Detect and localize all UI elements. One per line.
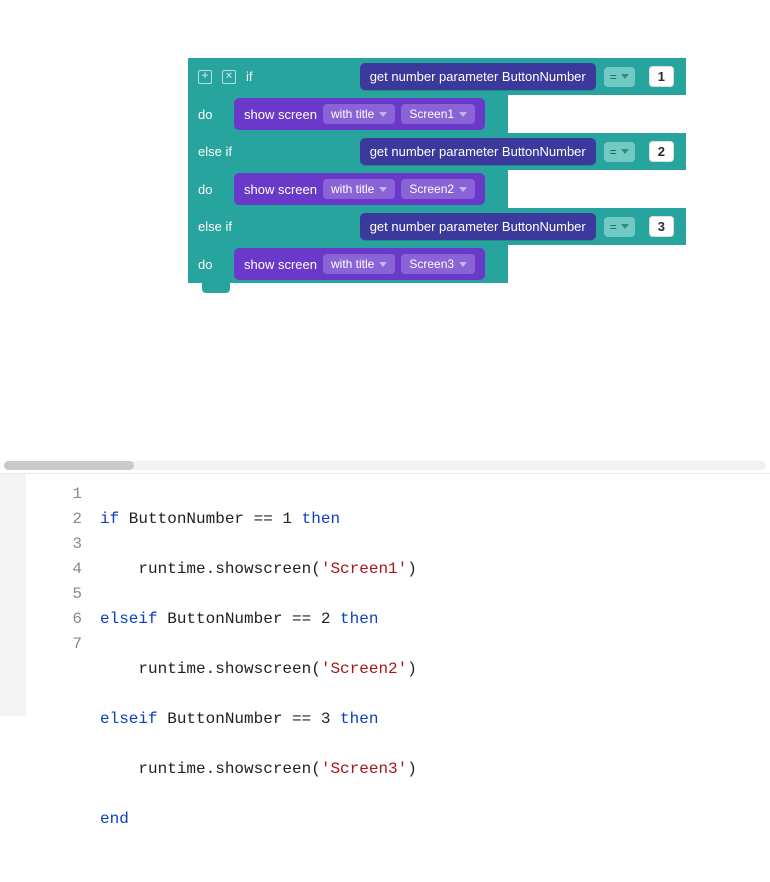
chevron-down-icon bbox=[379, 187, 387, 192]
equals-label: = bbox=[610, 70, 617, 84]
code-line: runtime.showscreen('Screen1') bbox=[100, 557, 417, 582]
code-line: elseif ButtonNumber == 2 then bbox=[100, 607, 417, 632]
screen-select-2[interactable]: Screen2 bbox=[401, 179, 475, 199]
chevron-down-icon bbox=[459, 262, 467, 267]
condition-2[interactable]: get number parameter ButtonNumber = 2 bbox=[358, 136, 680, 167]
line-number: 2 bbox=[26, 507, 82, 532]
elseif-row-1[interactable]: else if get number parameter ButtonNumbe… bbox=[188, 133, 686, 170]
plus-icon[interactable]: + bbox=[198, 70, 212, 84]
code-line: if ButtonNumber == 1 then bbox=[100, 507, 417, 532]
compare-value-3[interactable]: 3 bbox=[649, 216, 674, 237]
block-editor[interactable]: + × if get number parameter ButtonNumber… bbox=[0, 0, 770, 459]
condition-1[interactable]: get number parameter ButtonNumber = 1 bbox=[358, 61, 680, 92]
code-body[interactable]: if ButtonNumber == 1 then runtime.showsc… bbox=[96, 474, 417, 716]
elseif-row-2[interactable]: else if get number parameter ButtonNumbe… bbox=[188, 208, 686, 245]
chevron-down-icon bbox=[379, 112, 387, 117]
screen-select-3[interactable]: Screen3 bbox=[401, 254, 475, 274]
do-row-2[interactable]: do show screen with title Screen2 bbox=[188, 170, 508, 208]
code-line: runtime.showscreen('Screen2') bbox=[100, 657, 417, 682]
code-panel: 1 2 3 4 5 6 7 if ButtonNumber == 1 then … bbox=[0, 473, 770, 716]
chevron-down-icon bbox=[459, 112, 467, 117]
line-number: 7 bbox=[26, 632, 82, 657]
line-number-gutter: 1 2 3 4 5 6 7 bbox=[26, 474, 96, 716]
elseif-keyword: else if bbox=[198, 219, 232, 234]
line-number: 1 bbox=[26, 482, 82, 507]
do-keyword: do bbox=[198, 107, 224, 122]
compare-value-1[interactable]: 1 bbox=[649, 66, 674, 87]
line-number: 3 bbox=[26, 532, 82, 557]
with-title-chip[interactable]: with title bbox=[323, 254, 395, 274]
code-line: elseif ButtonNumber == 3 then bbox=[100, 707, 417, 732]
do-row-3[interactable]: do show screen with title Screen3 bbox=[188, 245, 508, 283]
equals-operator[interactable]: = bbox=[604, 217, 635, 237]
get-param-expr[interactable]: get number parameter ButtonNumber bbox=[360, 63, 596, 90]
equals-operator[interactable]: = bbox=[604, 142, 635, 162]
show-screen-stmt-2[interactable]: show screen with title Screen2 bbox=[234, 173, 485, 205]
line-number: 4 bbox=[26, 557, 82, 582]
show-screen-stmt-3[interactable]: show screen with title Screen3 bbox=[234, 248, 485, 280]
with-title-chip[interactable]: with title bbox=[323, 104, 395, 124]
with-title-chip[interactable]: with title bbox=[323, 179, 395, 199]
get-param-expr[interactable]: get number parameter ButtonNumber bbox=[360, 138, 596, 165]
chevron-down-icon bbox=[621, 74, 629, 79]
screen-select-1[interactable]: Screen1 bbox=[401, 104, 475, 124]
get-param-expr[interactable]: get number parameter ButtonNumber bbox=[360, 213, 596, 240]
if-keyword: if bbox=[246, 69, 253, 84]
code-line: end bbox=[100, 807, 417, 832]
do-keyword: do bbox=[198, 257, 224, 272]
condition-3[interactable]: get number parameter ButtonNumber = 3 bbox=[358, 211, 680, 242]
do-row-1[interactable]: do show screen with title Screen1 bbox=[188, 95, 508, 133]
if-row[interactable]: + × if get number parameter ButtonNumber… bbox=[188, 58, 686, 95]
equals-operator[interactable]: = bbox=[604, 67, 635, 87]
code-line: runtime.showscreen('Screen3') bbox=[100, 757, 417, 782]
line-number: 6 bbox=[26, 607, 82, 632]
compare-value-2[interactable]: 2 bbox=[649, 141, 674, 162]
chevron-down-icon bbox=[459, 187, 467, 192]
chevron-down-icon bbox=[621, 224, 629, 229]
scrollbar-thumb[interactable] bbox=[4, 461, 134, 470]
horizontal-scrollbar[interactable] bbox=[0, 459, 770, 473]
gutter-margin bbox=[0, 474, 26, 716]
show-screen-label: show screen bbox=[244, 107, 317, 122]
line-number: 5 bbox=[26, 582, 82, 607]
if-block[interactable]: + × if get number parameter ButtonNumber… bbox=[188, 58, 686, 293]
elseif-keyword: else if bbox=[198, 144, 232, 159]
block-end-nub bbox=[202, 283, 230, 293]
show-screen-stmt-1[interactable]: show screen with title Screen1 bbox=[234, 98, 485, 130]
chevron-down-icon bbox=[379, 262, 387, 267]
close-icon[interactable]: × bbox=[222, 70, 236, 84]
do-keyword: do bbox=[198, 182, 224, 197]
chevron-down-icon bbox=[621, 149, 629, 154]
